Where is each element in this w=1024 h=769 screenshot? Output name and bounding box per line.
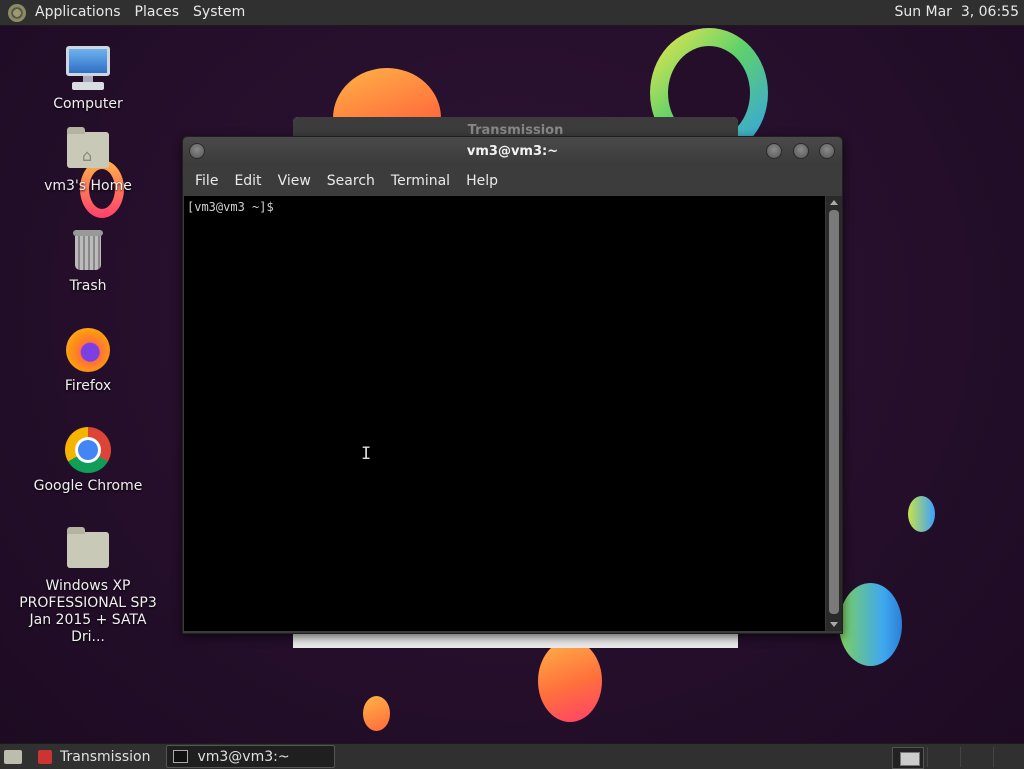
- desktop-icon-winxp-folder[interactable]: Windows XP PROFESSIONAL SP3 Jan 2015 + S…: [13, 526, 163, 646]
- transmission-icon: [38, 749, 52, 764]
- menu-applications[interactable]: Applications: [28, 0, 128, 25]
- desktop-icon-label: Firefox: [64, 378, 112, 394]
- terminal-menubar: File Edit View Search Terminal Help: [183, 166, 842, 196]
- taskbar-item-terminal[interactable]: vm3@vm3:~: [166, 745, 336, 768]
- desktop-icon-chrome[interactable]: Google Chrome: [13, 426, 163, 495]
- desktop-icon-home[interactable]: ⌂ vm3's Home: [13, 126, 163, 195]
- computer-icon: [64, 44, 112, 92]
- menu-file[interactable]: File: [187, 173, 226, 189]
- shell-prompt: [vm3@vm3 ~]$: [187, 200, 274, 214]
- workspace-1[interactable]: [892, 747, 924, 769]
- text-cursor-icon: I: [361, 444, 372, 464]
- desktop-icon-computer[interactable]: Computer: [13, 44, 163, 113]
- scrollbar-thumb[interactable]: [829, 210, 839, 614]
- show-desktop-icon[interactable]: [4, 749, 22, 764]
- menu-help[interactable]: Help: [458, 173, 506, 189]
- terminal-scrollbar[interactable]: [826, 196, 842, 631]
- menu-terminal[interactable]: Terminal: [383, 173, 458, 189]
- close-button[interactable]: [819, 143, 835, 159]
- terminal-title: vm3@vm3:~: [466, 144, 559, 159]
- scroll-down-icon[interactable]: [830, 622, 838, 627]
- minimize-button[interactable]: [766, 143, 782, 159]
- taskbar-item-label: vm3@vm3:~: [197, 748, 290, 765]
- taskbar-item-label: Transmission: [60, 748, 151, 765]
- wallpaper-bubble: [538, 640, 602, 722]
- desktop-icon-label: vm3's Home: [44, 178, 132, 194]
- wallpaper-bubble: [908, 496, 935, 532]
- desktop-icon-label: Windows XP PROFESSIONAL SP3 Jan 2015 + S…: [19, 578, 157, 645]
- wallpaper-bubble: [363, 696, 390, 731]
- maximize-button[interactable]: [793, 143, 809, 159]
- terminal-icon: [173, 750, 189, 763]
- desktop-icon-label: Trash: [69, 278, 107, 294]
- home-folder-icon: ⌂: [64, 126, 112, 174]
- workspace-4[interactable]: [993, 747, 1024, 767]
- firefox-icon: [64, 326, 112, 374]
- menu-view[interactable]: View: [270, 173, 319, 189]
- terminal-output[interactable]: [vm3@vm3 ~]$: [184, 196, 825, 631]
- taskbar-item-transmission[interactable]: Transmission: [32, 746, 156, 767]
- bottom-panel: Transmission vm3@vm3:~: [0, 743, 1024, 769]
- menu-places[interactable]: Places: [128, 0, 187, 25]
- scroll-up-icon[interactable]: [830, 200, 838, 205]
- panel-clock[interactable]: Sun Mar 3, 06:55: [894, 0, 1019, 25]
- menu-system[interactable]: System: [186, 0, 252, 25]
- chrome-icon: [64, 426, 112, 474]
- top-panel: Applications Places System Sun Mar 3, 06…: [0, 0, 1024, 26]
- menu-edit[interactable]: Edit: [226, 173, 269, 189]
- menu-search[interactable]: Search: [319, 173, 383, 189]
- workspace-3[interactable]: [960, 747, 991, 767]
- desktop-icon-trash[interactable]: Trash: [13, 226, 163, 295]
- distro-logo-icon[interactable]: [8, 3, 26, 22]
- terminal-window[interactable]: vm3@vm3:~ File Edit View Search Terminal…: [182, 136, 843, 634]
- wallpaper-bubble: [839, 583, 902, 666]
- folder-icon: [64, 526, 112, 574]
- desktop-icon-firefox[interactable]: Firefox: [13, 326, 163, 395]
- trash-icon: [64, 226, 112, 274]
- desktop-icon-label: Google Chrome: [33, 478, 143, 494]
- desktop-icon-label: Computer: [53, 96, 123, 112]
- terminal-titlebar[interactable]: vm3@vm3:~: [183, 137, 842, 166]
- workspace-2[interactable]: [927, 747, 958, 767]
